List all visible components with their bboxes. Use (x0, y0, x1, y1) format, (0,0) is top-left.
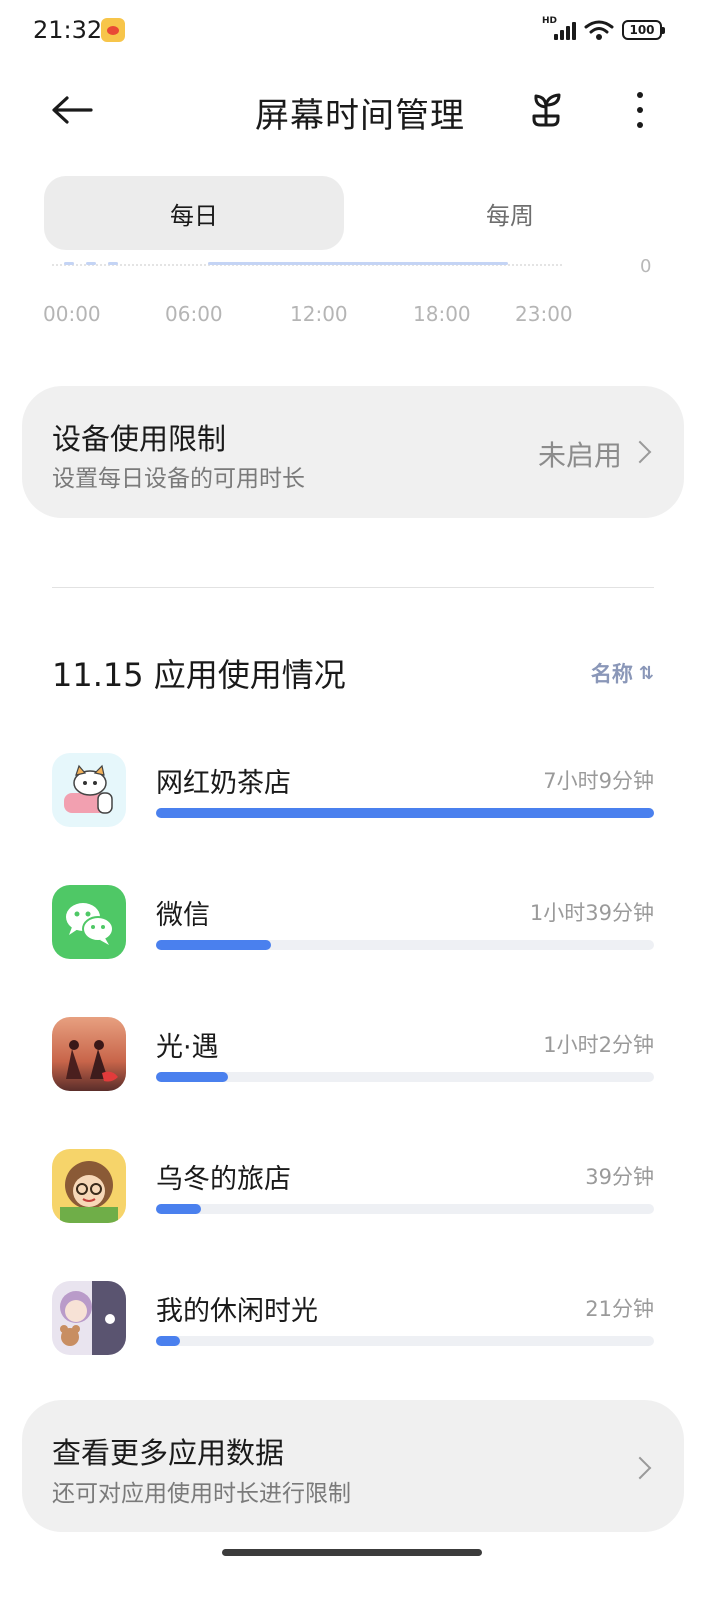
weibo-notification-icon (101, 18, 125, 42)
usage-bar-fill (156, 1336, 181, 1346)
sort-button[interactable]: 名称 ⇅ (591, 658, 654, 688)
device-limit-title: 设备使用限制 (52, 422, 227, 456)
x-tick-label: 00:00 (43, 302, 101, 326)
status-time: 21:32 (33, 16, 103, 44)
app-row[interactable]: 光·遇 1小时2分钟 (52, 1017, 654, 1093)
usage-bar-track (156, 808, 654, 818)
sort-arrows-icon: ⇅ (638, 662, 654, 684)
usage-timeline-chart: 0 00:00 06:00 12:00 18:00 23:00 (0, 250, 720, 340)
app-name: 乌冬的旅店 (156, 1164, 291, 1195)
home-indicator[interactable] (222, 1549, 482, 1556)
divider (52, 587, 654, 588)
chart-marks (52, 262, 562, 268)
app-name: 我的休闲时光 (156, 1296, 318, 1327)
sprout-icon (532, 93, 561, 127)
x-tick-label: 23:00 (515, 302, 573, 326)
more-app-data-subtitle: 还可对应用使用时长进行限制 (52, 1481, 351, 1507)
app-usage-time: 1小时39分钟 (529, 901, 654, 925)
app-usage-time: 1小时2分钟 (543, 1033, 654, 1057)
chevron-right-icon (628, 440, 652, 464)
wifi-icon (584, 20, 614, 40)
app-name: 光·遇 (156, 1032, 219, 1063)
y-axis-zero-label: 0 (640, 256, 652, 277)
page-title: 屏幕时间管理 (255, 96, 465, 136)
usage-bar-fill (156, 940, 272, 950)
chevron-right-icon (628, 1456, 652, 1480)
device-limit-card[interactable]: 设备使用限制 设置每日设备的可用时长 未启用 (22, 386, 684, 518)
leisure-time-app-icon (52, 1281, 126, 1355)
status-bar: 21:32 HD 100 (0, 0, 720, 62)
battery-icon: 100 (622, 20, 665, 40)
more-app-data-title: 查看更多应用数据 (52, 1436, 285, 1470)
tab-weekly[interactable]: 每周 (344, 176, 676, 250)
device-limit-subtitle: 设置每日设备的可用时长 (52, 466, 305, 492)
x-tick-label: 06:00 (165, 302, 223, 326)
device-limit-status: 未启用 (537, 439, 622, 472)
wechat-app-icon (52, 885, 126, 959)
usage-bar-track (156, 1072, 654, 1082)
usage-bar-fill (156, 1204, 202, 1214)
udon-inn-app-icon (52, 1149, 126, 1223)
usage-bar-track (156, 1336, 654, 1346)
tab-daily[interactable]: 每日 (44, 176, 344, 250)
more-app-data-card[interactable]: 查看更多应用数据 还可对应用使用时长进行限制 (22, 1400, 684, 1532)
more-vertical-icon (637, 92, 643, 98)
more-options-button[interactable] (614, 84, 666, 136)
usage-bar-fill (156, 808, 654, 818)
x-tick-label: 18:00 (413, 302, 471, 326)
sprout-button[interactable] (520, 84, 572, 136)
period-tabs: 每日 每周 (44, 176, 676, 250)
milk-tea-shop-app-icon (52, 753, 126, 827)
status-indicators: HD 100 (542, 16, 665, 42)
signal-icon: HD (542, 16, 576, 42)
x-tick-label: 12:00 (290, 302, 348, 326)
app-row[interactable]: 乌冬的旅店 39分钟 (52, 1149, 654, 1225)
app-row[interactable]: 网红奶茶店 7小时9分钟 (52, 753, 654, 829)
app-usage-time: 21分钟 (585, 1297, 654, 1321)
app-name: 微信 (156, 900, 210, 931)
app-usage-time: 7小时9分钟 (543, 769, 654, 793)
usage-bar-track (156, 940, 654, 950)
usage-bar-track (156, 1204, 654, 1214)
app-usage-header: 11.15 应用使用情况 名称 ⇅ (52, 648, 654, 698)
title-bar: 屏幕时间管理 (0, 70, 720, 150)
usage-bar-fill (156, 1072, 229, 1082)
app-usage-title: 11.15 应用使用情况 (52, 656, 346, 694)
battery-level: 100 (629, 23, 655, 37)
app-name: 网红奶茶店 (156, 768, 291, 799)
sort-label: 名称 (590, 662, 633, 686)
app-usage-time: 39分钟 (585, 1165, 654, 1189)
app-row[interactable]: 微信 1小时39分钟 (52, 885, 654, 961)
sky-app-icon (52, 1017, 126, 1091)
app-row[interactable]: 我的休闲时光 21分钟 (52, 1281, 654, 1357)
